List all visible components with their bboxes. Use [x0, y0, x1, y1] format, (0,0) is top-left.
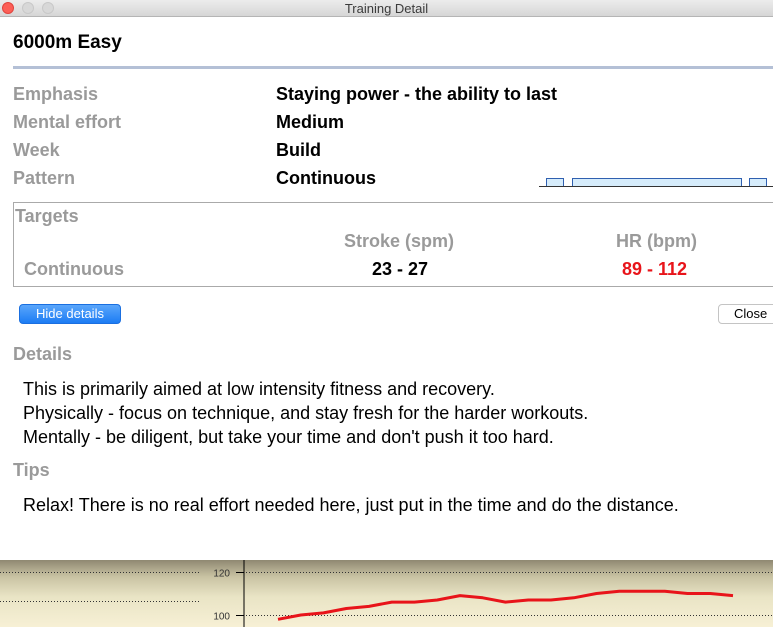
targets-title: Targets	[15, 206, 79, 226]
close-button[interactable]: Close	[718, 304, 773, 324]
stroke-target-value: 23 - 27	[372, 259, 429, 279]
pattern-block-main	[572, 178, 742, 186]
details-line-3: Mentally - be diligent, but take your ti…	[23, 427, 554, 447]
pattern-value: Continuous	[276, 168, 376, 188]
details-line-1: This is primarily aimed at low intensity…	[23, 379, 495, 399]
mental-effort-label: Mental effort	[13, 112, 121, 132]
workout-title: 6000m Easy	[13, 32, 122, 53]
tips-heading: Tips	[13, 460, 50, 480]
hr-chart-svg: 100 120	[0, 560, 773, 627]
details-heading: Details	[13, 344, 73, 364]
week-label: Week	[13, 140, 60, 160]
y-tick-label: 120	[213, 569, 230, 580]
hide-details-button[interactable]: Hide details	[19, 304, 121, 324]
pattern-graphic	[537, 176, 773, 187]
window-title: Training Detail	[344, 1, 429, 16]
pattern-block-cooldown	[749, 178, 767, 186]
target-row-label: Continuous	[24, 259, 124, 279]
hr-chart: 100 120	[0, 560, 773, 627]
hr-column-header: HR (bpm)	[616, 231, 697, 251]
week-value: Build	[276, 140, 321, 160]
pattern-baseline	[539, 186, 773, 187]
pattern-block-warmup	[546, 178, 564, 186]
stroke-column-header: Stroke (spm)	[344, 231, 455, 251]
hr-series-line	[277, 589, 734, 621]
tips-text: Relax! There is no real effort needed he…	[23, 495, 679, 515]
mental-effort-value: Medium	[276, 112, 345, 132]
header-separator	[13, 66, 773, 69]
y-tick-label: 100	[213, 612, 230, 623]
details-line-2: Physically - focus on technique, and sta…	[23, 403, 589, 423]
window-titlebar: Training Detail	[0, 0, 773, 17]
targets-panel: Targets Stroke (spm) HR (bpm) Continuous…	[13, 202, 773, 287]
pattern-label: Pattern	[13, 168, 76, 188]
emphasis-label: Emphasis	[13, 84, 99, 104]
hr-target-value: 89 - 112	[622, 259, 688, 279]
emphasis-value: Staying power - the ability to last	[276, 84, 558, 104]
